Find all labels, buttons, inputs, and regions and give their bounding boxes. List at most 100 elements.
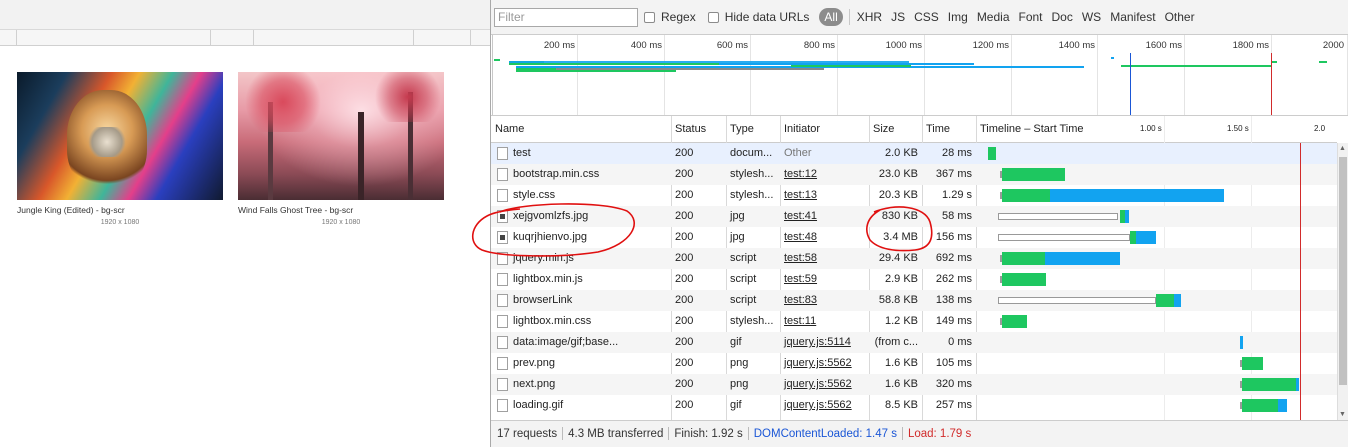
hide-data-urls-label: Hide data URLs	[724, 10, 810, 24]
request-size: 58.8 KB	[878, 294, 918, 306]
regex-label: Regex	[661, 10, 696, 24]
filter-type-doc[interactable]: Doc	[1052, 10, 1073, 24]
request-name[interactable]: kuqrjhienvo.jpg	[491, 227, 671, 248]
table-row[interactable]: jquery.min.js 200 script test:58 29.4 KB 692 …	[491, 248, 1337, 269]
request-initiator[interactable]: jquery.js:5562	[780, 374, 869, 395]
regex-checkbox[interactable]: Regex	[644, 10, 696, 24]
table-scrollbar[interactable]: ▲ ▼	[1337, 143, 1348, 420]
col-header-status[interactable]: Status	[671, 116, 726, 143]
timeline-waiting-bar	[988, 147, 996, 160]
request-size: 1.6 KB	[884, 378, 918, 390]
table-row[interactable]: lightbox.min.js 200 script test:59 2.9 KB 262…	[491, 269, 1337, 290]
col-header-size[interactable]: Size	[869, 116, 922, 143]
request-type: stylesh...	[730, 168, 774, 180]
filter-type-media[interactable]: Media	[977, 10, 1010, 24]
filter-type-other[interactable]: Other	[1165, 10, 1195, 24]
table-row[interactable]: kuqrjhienvo.jpg 200 jpg test:48 3.4 MB 156 ms	[491, 227, 1337, 248]
table-row[interactable]: loading.gif 200 gif jquery.js:5562 8.5 KB 257…	[491, 395, 1337, 416]
network-overview-timeline[interactable]: 200 ms 400 ms 600 ms 800 ms 1000 ms 1200…	[491, 35, 1348, 116]
filter-type-xhr[interactable]: XHR	[857, 10, 882, 24]
table-row[interactable]: next.png 200 png jquery.js:5562 1.6 KB 320 ms	[491, 374, 1337, 395]
filter-type-css[interactable]: CSS	[914, 10, 939, 24]
request-status: 200	[675, 357, 694, 369]
request-name[interactable]: bootstrap.min.css	[491, 164, 671, 185]
table-row[interactable]: xejgvomlzfs.jpg 200 jpg test:41 830 KB 58 ms	[491, 206, 1337, 227]
request-size: 1.6 KB	[884, 357, 918, 369]
image-caption: Wind Falls Ghost Tree - bg-scr	[238, 205, 354, 215]
request-name[interactable]: xejgvomlzfs.jpg	[491, 206, 671, 227]
table-row[interactable]: prev.png 200 png jquery.js:5562 1.6 KB 105 ms	[491, 353, 1337, 374]
request-status: 200	[675, 147, 694, 159]
file-icon	[497, 399, 508, 412]
table-row[interactable]: bootstrap.min.css 200 stylesh... test:12 23.…	[491, 164, 1337, 185]
request-initiator[interactable]: jquery.js:5562	[780, 353, 869, 374]
request-initiator[interactable]: test:58	[780, 248, 869, 269]
scroll-up-arrow[interactable]: ▲	[1339, 145, 1346, 152]
ghost-tree-image[interactable]	[238, 72, 444, 200]
request-initiator[interactable]: jquery.js:5114	[780, 332, 869, 353]
request-type: script	[730, 252, 757, 264]
request-name[interactable]: next.png	[491, 374, 671, 395]
request-initiator[interactable]: test:59	[780, 269, 869, 290]
request-name[interactable]: style.css	[491, 185, 671, 206]
table-row[interactable]: browserLink 200 script test:83 58.8 KB 138 ms	[491, 290, 1337, 311]
request-name[interactable]: loading.gif	[491, 395, 671, 416]
table-row[interactable]: data:image/gif;base... 200 gif jquery.js:51…	[491, 332, 1337, 353]
jungle-king-image[interactable]	[17, 72, 223, 200]
filter-type-all[interactable]: All	[819, 8, 843, 26]
filter-type-js[interactable]: JS	[891, 10, 905, 24]
request-size: (from c...	[874, 336, 918, 348]
request-name-text: prev.png	[513, 357, 555, 369]
filter-type-img[interactable]: Img	[948, 10, 968, 24]
col-header-time[interactable]: Time	[922, 116, 976, 143]
request-name[interactable]: lightbox.min.js	[491, 269, 671, 290]
table-row[interactable]: style.css 200 stylesh... test:13 20.3 KB 1.29…	[491, 185, 1337, 206]
table-row[interactable]: test 200 docum... Other 2.0 KB 28 ms	[491, 143, 1337, 164]
col-header-name[interactable]: Name	[491, 116, 671, 143]
table-row[interactable]: lightbox.min.css 200 stylesh... test:11 1.2 …	[491, 311, 1337, 332]
file-icon	[497, 336, 508, 349]
request-initiator[interactable]: jquery.js:5562	[780, 395, 869, 416]
request-type: docum...	[730, 147, 773, 159]
col-header-type[interactable]: Type	[726, 116, 780, 143]
request-name[interactable]: test	[491, 143, 671, 164]
request-name[interactable]: jquery.min.js	[491, 248, 671, 269]
request-size: 2.9 KB	[884, 273, 918, 285]
overview-tick-label: 2000	[1322, 40, 1344, 51]
request-type: png	[730, 378, 749, 390]
request-initiator[interactable]: test:11	[780, 311, 869, 332]
filter-type-manifest[interactable]: Manifest	[1110, 10, 1155, 24]
request-name[interactable]: data:image/gif;base...	[491, 332, 671, 353]
request-initiator[interactable]: test:41	[780, 206, 869, 227]
checkbox-box[interactable]	[707, 11, 719, 23]
hide-data-urls-checkbox[interactable]: Hide data URLs	[707, 10, 810, 24]
request-name-text: lightbox.min.js	[513, 273, 583, 285]
file-icon	[497, 378, 508, 391]
request-time: 262 ms	[935, 273, 972, 285]
request-initiator[interactable]: test:12	[780, 164, 869, 185]
request-initiator[interactable]: test:48	[780, 227, 869, 248]
request-name[interactable]: prev.png	[491, 353, 671, 374]
request-name[interactable]: lightbox.min.css	[491, 311, 671, 332]
filter-type-font[interactable]: Font	[1019, 10, 1043, 24]
dom-content-loaded-time: DOMContentLoaded: 1.47 s	[753, 428, 897, 440]
scrollbar-thumb[interactable]	[1339, 157, 1347, 385]
request-time: 58 ms	[942, 210, 972, 222]
network-request-table: Name Status Type Initiator Size Time Tim…	[491, 116, 1348, 420]
filter-type-ws[interactable]: WS	[1082, 10, 1101, 24]
scroll-down-arrow[interactable]: ▼	[1339, 411, 1346, 418]
file-icon	[497, 189, 508, 202]
request-name[interactable]: browserLink	[491, 290, 671, 311]
request-initiator[interactable]: test:83	[780, 290, 869, 311]
col-header-initiator[interactable]: Initiator	[780, 116, 869, 143]
gallery-item-ghost-tree[interactable]: Wind Falls Ghost Tree - bg-scr 1920 x 10…	[238, 72, 444, 226]
request-initiator[interactable]: test:13	[780, 185, 869, 206]
checkbox-box[interactable]	[644, 11, 655, 23]
timeline-download-bar	[1174, 294, 1181, 307]
request-size: 1.2 KB	[884, 315, 918, 327]
gallery-item-jungle-king[interactable]: Jungle King (Edited) - bg-scr 1920 x 108…	[17, 72, 223, 226]
request-type: stylesh...	[730, 189, 774, 201]
col-header-timeline[interactable]: Timeline – Start Time	[976, 116, 1126, 143]
filter-input[interactable]	[494, 7, 638, 27]
file-icon	[497, 315, 508, 328]
